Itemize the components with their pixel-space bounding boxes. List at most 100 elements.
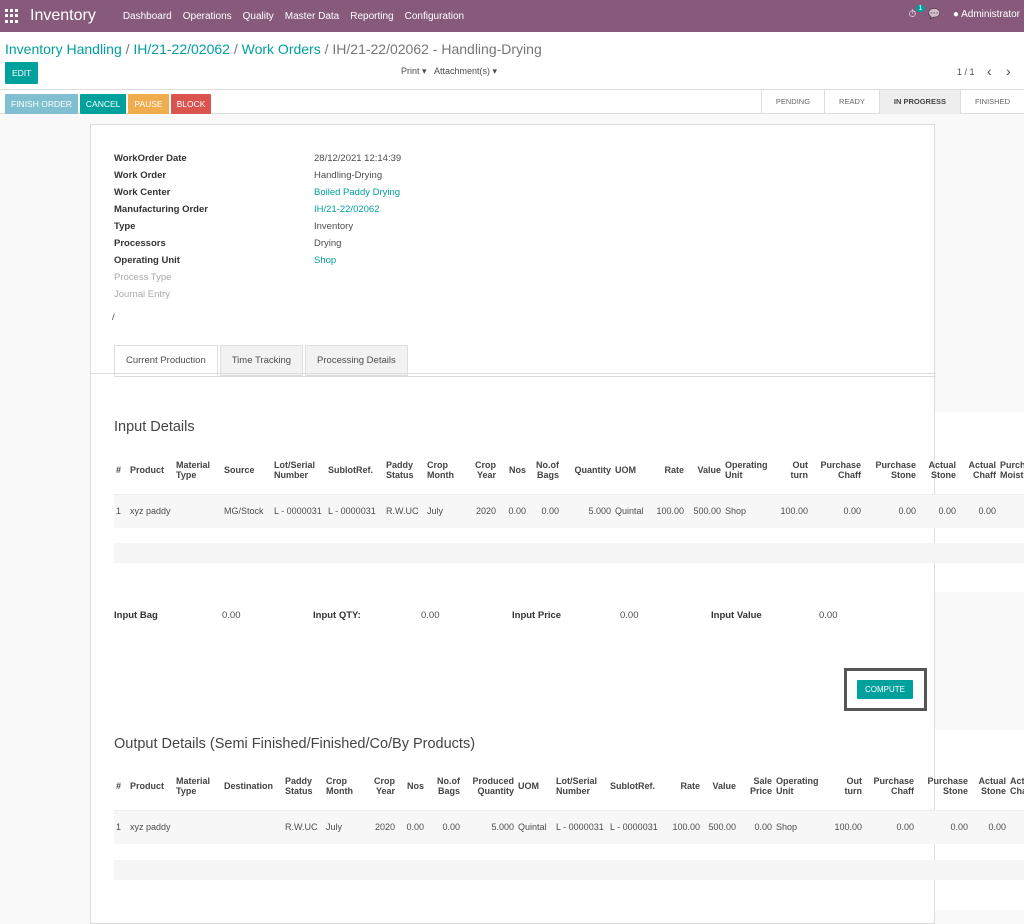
field-value[interactable]: Shop — [314, 255, 336, 266]
table-cell: MG/Stock — [222, 494, 272, 528]
column-header[interactable]: Lot/Serial Number — [272, 446, 326, 495]
breadcrumb-item[interactable]: Work Orders — [242, 41, 321, 57]
table-add-line-row[interactable] — [114, 860, 1024, 880]
column-header[interactable]: Nos — [397, 762, 426, 811]
table-cell: 0.00 — [864, 810, 916, 844]
column-header[interactable]: UOM — [516, 762, 554, 811]
finish-order-button[interactable]: FINISH ORDER — [5, 94, 78, 114]
table-cell: L - 0000031 — [326, 494, 384, 528]
column-header[interactable]: Product — [128, 762, 174, 811]
user-menu[interactable]: ● Administrator — [953, 9, 1020, 20]
column-header[interactable]: Value — [702, 762, 738, 811]
nav-menu-item[interactable]: Reporting — [350, 11, 393, 22]
column-header[interactable]: Rate — [648, 446, 686, 495]
column-header[interactable]: No.of Bags — [426, 762, 462, 811]
column-header[interactable]: Purchase Stone — [863, 446, 918, 495]
column-header[interactable]: Crop Month — [425, 446, 465, 495]
column-header[interactable]: Quantity — [561, 446, 613, 495]
column-header[interactable]: Sale Price — [738, 762, 774, 811]
column-header[interactable]: Actual Stone — [918, 446, 958, 495]
table-cell: 100.00 — [670, 810, 702, 844]
pause-button[interactable]: PAUSE — [128, 94, 169, 114]
print-dropdown[interactable]: Print ▾ — [401, 66, 427, 77]
stage-ready[interactable]: READY — [824, 90, 879, 114]
breadcrumb-item[interactable]: Inventory Handling — [5, 41, 122, 57]
column-header[interactable]: Purchase Chaff — [810, 446, 863, 495]
column-header[interactable]: Operating Unit — [723, 446, 776, 495]
nav-menu-item[interactable]: Dashboard — [123, 11, 172, 22]
column-header[interactable]: Paddy Status — [384, 446, 425, 495]
column-header[interactable]: # — [114, 762, 128, 811]
field-value[interactable]: IH/21-22/02062 — [314, 204, 380, 215]
field-label: Operating Unit — [114, 255, 180, 266]
column-header[interactable]: Operating Unit — [774, 762, 828, 811]
pager-prev-button[interactable]: ‹ — [987, 63, 992, 79]
tab-current-production[interactable]: Current Production — [114, 345, 218, 376]
column-header[interactable]: SublotRef. — [326, 446, 384, 495]
table-cell: R.W.UC — [384, 494, 425, 528]
column-header[interactable]: # — [114, 446, 128, 495]
column-header[interactable]: Actual Chaff — [958, 446, 998, 495]
column-header[interactable]: Out turn — [828, 762, 864, 811]
column-header[interactable]: No.of Bags — [528, 446, 561, 495]
table-add-line-row[interactable] — [114, 543, 1024, 563]
table-row[interactable]: 1 xyz paddy MG/Stock L - 0000031 L - 0000031… — [114, 494, 1024, 528]
table-row[interactable]: 1 xyz paddy R.W.UC July 2020 0.00 0.00 5.000 Qui… — [114, 810, 1024, 844]
nav-menu-item[interactable]: Quality — [243, 11, 274, 22]
column-header[interactable]: Rate — [670, 762, 702, 811]
column-header[interactable]: Crop Month — [324, 762, 364, 811]
column-header[interactable]: Value — [686, 446, 723, 495]
cancel-button[interactable]: CANCEL — [79, 94, 127, 114]
column-header[interactable]: Lot/Serial Number — [554, 762, 608, 811]
field-value[interactable]: Boiled Paddy Drying — [314, 187, 400, 198]
column-header[interactable]: Purchase Stone — [916, 762, 970, 811]
table-cell: 0.00 — [918, 494, 958, 528]
nav-menu-item[interactable]: Configuration — [405, 11, 464, 22]
total-value: 0.00 — [222, 610, 241, 621]
column-header[interactable]: Crop Year — [364, 762, 397, 811]
column-header[interactable]: Nos — [498, 446, 528, 495]
field-value: Inventory — [314, 221, 354, 232]
column-header[interactable]: Produced Quantity — [462, 762, 516, 811]
column-header[interactable]: Out turn — [776, 446, 810, 495]
attachments-dropdown[interactable]: Attachment(s) ▾ — [434, 66, 497, 77]
column-header[interactable]: SublotRef. — [608, 762, 670, 811]
chat-icon[interactable]: 💬 — [928, 9, 940, 20]
column-header[interactable]: Actual Stone — [970, 762, 1008, 811]
total-label: Input QTY: — [313, 610, 361, 621]
field-value: Drying — [314, 238, 342, 249]
column-header[interactable]: Actual Chaff — [1008, 762, 1024, 811]
table-cell: 100.00 — [648, 494, 686, 528]
column-header[interactable]: Material Type — [174, 446, 222, 495]
apps-grid-icon[interactable] — [5, 9, 19, 23]
nav-menu-item[interactable]: Operations — [183, 11, 232, 22]
tab-time-tracking[interactable]: Time Tracking — [219, 345, 304, 376]
column-header[interactable]: Paddy Status — [283, 762, 324, 811]
stage-pending[interactable]: PENDING — [760, 90, 824, 114]
table-cell: 0.00 — [528, 494, 561, 528]
column-header[interactable]: UOM — [613, 446, 648, 495]
block-button[interactable]: BLOCK — [170, 94, 212, 114]
column-header[interactable]: Destination — [222, 762, 283, 811]
table-cell: July — [425, 494, 465, 528]
table-cell: 0.00 — [970, 810, 1008, 844]
total-label: Input Bag — [114, 610, 158, 621]
compute-button[interactable]: COMPUTE — [857, 680, 913, 699]
column-header[interactable]: Material Type — [174, 762, 222, 811]
edit-button[interactable]: EDIT — [5, 62, 39, 84]
column-header[interactable]: Source — [222, 446, 272, 495]
activity-icon[interactable]: ⏱ 1 — [909, 5, 926, 20]
breadcrumb-item[interactable]: IH/21-22/02062 — [133, 41, 230, 57]
column-header[interactable]: Crop Year — [465, 446, 498, 495]
nav-menu-item[interactable]: Master Data — [285, 11, 339, 22]
column-header[interactable]: Purchase Chaff — [864, 762, 916, 811]
stage-in-progress[interactable]: IN PROGRESS — [878, 90, 960, 114]
table-cell: L - 0000031 — [608, 810, 670, 844]
app-brand[interactable]: Inventory — [30, 7, 96, 25]
tab-processing-details[interactable]: Processing Details — [305, 345, 408, 376]
column-header[interactable]: Purchase Moisture — [998, 446, 1024, 495]
column-header[interactable]: Product — [128, 446, 174, 495]
pager-next-button[interactable]: › — [1006, 63, 1011, 79]
compute-highlight: COMPUTE — [844, 668, 927, 711]
stage-finished[interactable]: FINISHED — [959, 90, 1024, 114]
